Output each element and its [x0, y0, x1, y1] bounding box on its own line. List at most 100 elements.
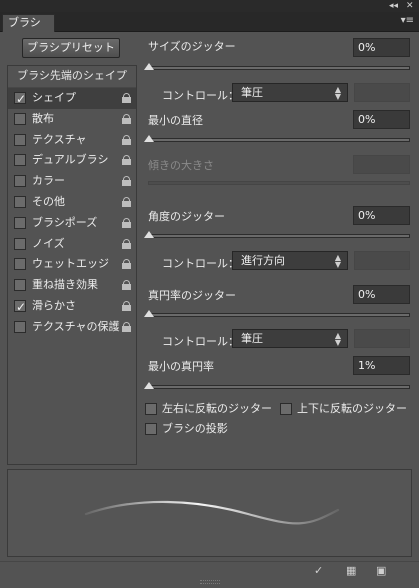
list-item[interactable]: その他: [8, 192, 136, 213]
list-item-label: ノイズ: [32, 236, 65, 250]
toggle-live-tip-icon[interactable]: ✓: [314, 564, 323, 577]
flip-x-checkbox[interactable]: 左右に反転のジッター: [145, 400, 272, 416]
roundness-jitter-thumb[interactable]: [144, 310, 154, 317]
tab-brush[interactable]: ブラシ: [2, 14, 55, 32]
flip-y-checkbox[interactable]: 上下に反転のジッター: [280, 400, 407, 416]
checkbox[interactable]: [14, 154, 26, 167]
min-diameter-label: 最小の直径: [148, 114, 203, 127]
list-item[interactable]: ウェットエッジ: [8, 254, 136, 275]
checkbox[interactable]: [14, 258, 26, 271]
collapse-icon[interactable]: ◂◂: [389, 0, 398, 12]
lock-icon[interactable]: [122, 300, 131, 311]
checkbox[interactable]: [14, 89, 26, 110]
lock-icon[interactable]: [122, 134, 131, 145]
checkbox[interactable]: [14, 112, 26, 125]
checkbox[interactable]: [14, 320, 26, 333]
brush-tip-shape-header[interactable]: ブラシ先端のシェイプ: [8, 66, 136, 88]
lock-icon[interactable]: [122, 155, 131, 166]
checkbox[interactable]: [14, 297, 26, 318]
angle-jitter-thumb[interactable]: [144, 231, 154, 238]
roundness-control-select[interactable]: 筆圧 ▲ ▼: [232, 329, 348, 348]
min-roundness-field[interactable]: 1%: [353, 356, 410, 375]
list-item[interactable]: 滑らかさ: [8, 296, 136, 318]
list-item-label: 散布: [32, 111, 54, 125]
tilt-scale-slider: [148, 181, 410, 185]
checkbox[interactable]: [145, 403, 157, 415]
min-roundness-thumb[interactable]: [144, 382, 154, 389]
list-item-label: テクスチャ: [32, 132, 87, 146]
roundness-jitter-field[interactable]: 0%: [353, 285, 410, 304]
list-item[interactable]: テクスチャの保護: [8, 317, 136, 338]
size-jitter-field[interactable]: 0%: [353, 38, 410, 57]
brush-grid-icon[interactable]: ▦: [346, 564, 356, 577]
lock-icon[interactable]: [122, 217, 131, 228]
size-jitter-thumb[interactable]: [144, 63, 154, 70]
tilt-scale-label: 傾きの大きさ: [148, 159, 214, 172]
lock-icon[interactable]: [122, 196, 131, 207]
roundness-control-value: 筆圧: [241, 332, 263, 345]
stroke-preview-graphic: [84, 500, 340, 525]
checkbox[interactable]: [14, 175, 26, 188]
new-brush-icon[interactable]: ▣: [376, 564, 386, 577]
list-item-label: カラー: [32, 174, 65, 188]
list-item-label: 重ね描き効果: [32, 278, 98, 292]
roundness-control-label: コントロール：: [162, 335, 239, 348]
angle-jitter-label: 角度のジッター: [148, 210, 225, 223]
list-item[interactable]: ブラシポーズ: [8, 213, 136, 234]
list-item[interactable]: ノイズ: [8, 234, 136, 255]
min-diameter-field[interactable]: 0%: [353, 110, 410, 129]
size-control-extra: [354, 83, 410, 102]
resize-grip[interactable]: [200, 580, 220, 584]
list-item-label: ウェットエッジ: [32, 257, 109, 271]
lock-icon[interactable]: [122, 176, 131, 187]
brush-preset-button[interactable]: ブラシプリセット: [22, 38, 120, 58]
list-item-label: デュアルブラシ: [32, 153, 109, 167]
lock-icon[interactable]: [122, 321, 131, 332]
lock-icon[interactable]: [122, 280, 131, 291]
checkbox[interactable]: [14, 237, 26, 250]
list-item[interactable]: テクスチャ: [8, 130, 136, 151]
brush-projection-checkbox[interactable]: ブラシの投影: [145, 420, 228, 436]
list-item-label: 滑らかさ: [32, 298, 76, 312]
updown-arrows-icon: ▲ ▼: [334, 85, 341, 101]
panel-bottom-bar: ✓ ▦ ▣: [0, 561, 419, 579]
tab-bar: ブラシ ▾≡: [0, 12, 419, 32]
checkbox[interactable]: [14, 133, 26, 146]
min-roundness-label: 最小の真円率: [148, 360, 214, 373]
checkbox[interactable]: [14, 216, 26, 229]
lock-icon[interactable]: [122, 113, 131, 124]
size-jitter-slider[interactable]: [148, 66, 410, 70]
checkbox[interactable]: [14, 279, 26, 292]
list-item[interactable]: カラー: [8, 171, 136, 192]
min-roundness-slider[interactable]: [148, 385, 410, 389]
checkbox[interactable]: [14, 195, 26, 208]
angle-jitter-field[interactable]: 0%: [353, 206, 410, 225]
list-item-label: シェイプ: [32, 91, 76, 104]
lock-icon[interactable]: [122, 93, 131, 103]
checkbox[interactable]: [145, 423, 157, 435]
updown-arrows-icon: ▲ ▼: [334, 253, 341, 269]
size-control-value: 筆圧: [241, 86, 263, 99]
list-item-label: テクスチャの保護: [32, 319, 120, 333]
brush-stroke-preview: [7, 469, 412, 557]
list-item[interactable]: デュアルブラシ: [8, 150, 136, 171]
checkbox[interactable]: [280, 403, 292, 415]
lock-icon[interactable]: [122, 238, 131, 249]
brush-settings-list: ブラシ先端のシェイプ シェイプ散布テクスチャデュアルブラシカラーその他ブラシポー…: [7, 65, 137, 465]
min-diameter-thumb[interactable]: [144, 135, 154, 142]
angle-control-select[interactable]: 進行方向 ▲ ▼: [232, 251, 348, 270]
list-item[interactable]: 散布: [8, 109, 136, 130]
brush-projection-label: ブラシの投影: [162, 422, 228, 435]
size-control-select[interactable]: 筆圧 ▲ ▼: [232, 83, 348, 102]
roundness-jitter-slider[interactable]: [148, 313, 410, 317]
min-diameter-slider[interactable]: [148, 138, 410, 142]
panel-titlebar: ◂◂ ✕: [0, 0, 419, 12]
roundness-control-extra: [354, 329, 410, 348]
panel-menu-icon[interactable]: ▾≡: [401, 15, 414, 26]
list-item-label: その他: [32, 194, 65, 208]
list-item[interactable]: 重ね描き効果: [8, 275, 136, 296]
list-item[interactable]: シェイプ: [8, 88, 136, 110]
lock-icon[interactable]: [122, 259, 131, 270]
close-icon[interactable]: ✕: [406, 0, 414, 12]
angle-jitter-slider[interactable]: [148, 234, 410, 238]
